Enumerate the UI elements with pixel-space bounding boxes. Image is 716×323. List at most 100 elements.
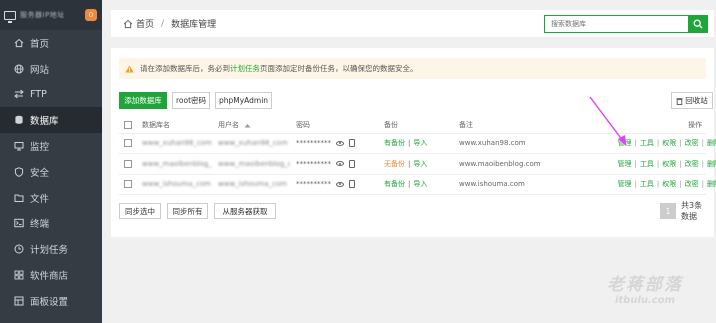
sync-all-button[interactable]: 同步所有 <box>167 203 208 219</box>
sidebar-item-label: 监控 <box>30 142 50 154</box>
home-icon <box>13 37 24 48</box>
table-footer: 同步选中 同步所有 从服务器获取 1 共3条数据 <box>119 201 706 223</box>
search-button[interactable] <box>688 15 708 33</box>
sidebar-item-label: 数据库 <box>30 116 59 128</box>
table-row: www_maoibenblog_com www_maoibenblog_com **… <box>119 154 716 175</box>
sidebar-item[interactable]: 首页 <box>0 30 102 56</box>
separator: | <box>634 139 637 148</box>
breadcrumb-home[interactable]: 首页 <box>136 17 154 30</box>
sidebar-item[interactable]: 数据库 <box>0 107 102 134</box>
watermark-title: 老蒋部落 <box>607 275 683 295</box>
app: 服务器IP地址 0 首页 网站 FTP 数据库 监控 安全 文件 终端 计划任务 软件商店 面板设置… <box>0 0 716 323</box>
db-name: www_maoibenblog_com <box>142 159 212 168</box>
select-all-checkbox[interactable] <box>124 121 132 130</box>
db-note[interactable]: www.maoibenblog.com <box>459 154 541 174</box>
server-header[interactable]: 服务器IP地址 0 <box>0 0 102 30</box>
sidebar-item[interactable]: 面板设置 <box>0 288 102 314</box>
page-number[interactable]: 1 <box>660 203 676 219</box>
action-manage-link[interactable]: 管理 <box>618 179 632 189</box>
import-link[interactable]: 导入 <box>413 138 427 148</box>
backup-status-link[interactable]: 有备份 <box>384 179 405 189</box>
action-tools-link[interactable]: 工具 <box>640 138 654 148</box>
import-link[interactable]: 导入 <box>413 159 427 169</box>
import-link[interactable]: 导入 <box>413 179 427 189</box>
monitor-logo-icon <box>4 10 16 23</box>
row-actions: 管理|工具|权限|改密|删除 <box>616 134 716 154</box>
sync-selected-button[interactable]: 同步选中 <box>119 203 161 219</box>
add-database-button[interactable]: 添加数据库 <box>119 92 167 109</box>
action-delete-link[interactable]: 删除 <box>707 159 716 169</box>
shield-icon <box>13 166 24 177</box>
col-user-header[interactable]: 用户名 <box>218 118 251 133</box>
trash-icon <box>676 97 683 105</box>
action-delete-link[interactable]: 删除 <box>707 179 716 189</box>
annotation-arrow-icon <box>589 96 626 146</box>
copy-password-icon[interactable] <box>349 159 355 168</box>
warning-icon <box>125 64 134 73</box>
action-tools-link[interactable]: 工具 <box>640 179 654 189</box>
database-icon <box>13 115 24 126</box>
breadcrumb: 首页 / 数据库管理 <box>123 17 216 30</box>
backup-cell: 有备份 | 导入 <box>384 134 427 154</box>
backup-status-link[interactable]: 有备份 <box>384 138 405 148</box>
separator: | <box>679 180 682 189</box>
sidebar-item-label: 终端 <box>30 219 50 231</box>
watermark: 老蒋部落 itbulu.com <box>590 270 700 315</box>
copy-password-icon[interactable] <box>349 139 355 148</box>
backup-cell: 无备份 | 导入 <box>384 154 427 174</box>
copy-password-icon[interactable] <box>349 180 355 189</box>
show-password-icon[interactable] <box>336 181 344 187</box>
search-input[interactable] <box>544 15 688 33</box>
show-password-icon[interactable] <box>336 140 344 146</box>
sidebar-nav: 首页 网站 FTP 数据库监控安全文件终端计划任务 软件商店 面板设置 <box>0 30 102 314</box>
notice-text-after: 页面添加定时备份任务，以确保您的数据安全。 <box>260 64 418 73</box>
gear-icon <box>13 295 24 306</box>
sidebar-item[interactable]: 终端 <box>0 211 102 237</box>
server-ip: 服务器IP地址 <box>20 11 65 19</box>
sidebar-item[interactable]: 文件 <box>0 185 102 211</box>
row-checkbox[interactable] <box>124 180 132 189</box>
action-tools-link[interactable]: 工具 <box>640 159 654 169</box>
notice-text-before: 请在添加数据库后，务必到 <box>140 64 230 73</box>
phpmyadmin-button[interactable]: phpMyAdmin <box>215 92 272 109</box>
recycle-bin-button[interactable]: 回收站 <box>671 92 713 109</box>
message-badge[interactable]: 0 <box>85 9 97 21</box>
total-count: 共3条数据 <box>681 201 703 221</box>
search-box <box>544 15 708 33</box>
action-manage-link[interactable]: 管理 <box>618 159 632 169</box>
action-change-password-link[interactable]: 改密 <box>685 179 699 189</box>
sidebar-item-label: 安全 <box>30 167 50 179</box>
sidebar-item[interactable]: 网站 <box>0 56 102 82</box>
col-name-header[interactable]: 数据库名 <box>142 118 170 133</box>
db-note[interactable]: www.ishouma.com <box>459 175 525 195</box>
action-permissions-link[interactable]: 权限 <box>662 179 676 189</box>
sidebar-item[interactable]: 计划任务 <box>0 236 102 262</box>
notice-cron-link[interactable]: 计划任务 <box>230 63 260 74</box>
action-change-password-link[interactable]: 改密 <box>685 159 699 169</box>
db-password-cell: ********** <box>296 154 355 174</box>
action-permissions-link[interactable]: 权限 <box>662 159 676 169</box>
db-user: www_ishouma_com <box>218 180 287 189</box>
db-note[interactable]: www.xuhan98.com <box>459 134 526 154</box>
breadcrumb-separator: / <box>161 18 165 29</box>
action-permissions-link[interactable]: 权限 <box>662 138 676 148</box>
db-user: www_maoibenblog_com <box>218 159 290 168</box>
row-actions: 管理|工具|权限|改密|删除 <box>616 154 716 174</box>
clock-icon <box>13 244 24 255</box>
sidebar-item[interactable]: 软件商店 <box>0 262 102 288</box>
row-checkbox[interactable] <box>124 159 132 168</box>
table-row: www_ishouma_com www_ishouma_com **********… <box>119 175 716 195</box>
sidebar-item-label: FTP <box>30 88 47 100</box>
action-delete-link[interactable]: 删除 <box>707 138 716 148</box>
backup-status-link[interactable]: 无备份 <box>384 159 405 169</box>
sidebar-item[interactable]: 监控 <box>0 133 102 159</box>
root-password-button[interactable]: root密码 <box>172 92 210 109</box>
sidebar-item[interactable]: 安全 <box>0 159 102 185</box>
action-change-password-link[interactable]: 改密 <box>685 138 699 148</box>
col-ops-header: 操作 <box>688 121 702 130</box>
row-actions: 管理|工具|权限|改密|删除 <box>616 175 716 195</box>
fetch-from-server-button[interactable]: 从服务器获取 <box>214 203 276 219</box>
row-checkbox[interactable] <box>124 139 132 148</box>
show-password-icon[interactable] <box>336 161 344 167</box>
sidebar-item[interactable]: FTP <box>0 82 102 108</box>
